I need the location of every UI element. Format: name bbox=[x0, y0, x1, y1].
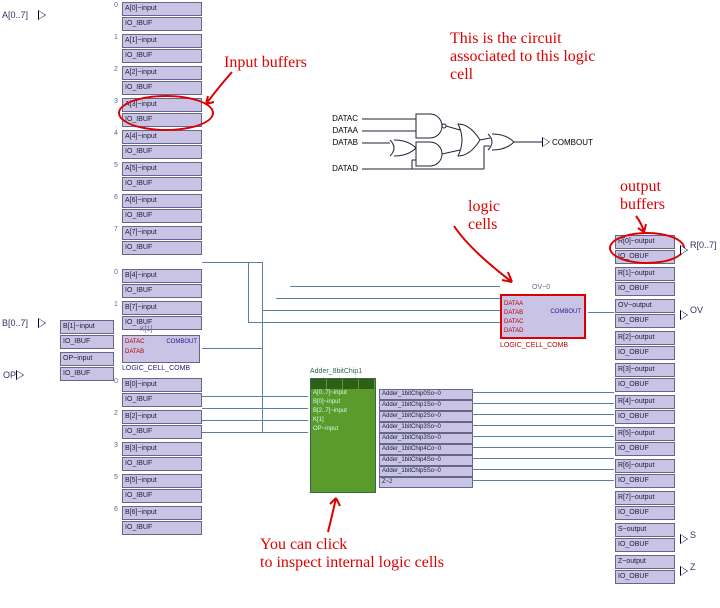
adder-topbar bbox=[311, 379, 375, 389]
gate-svg bbox=[320, 112, 580, 202]
iobuf[interactable]: 1 A[1]~inputIO_IBUF bbox=[122, 34, 200, 64]
wire bbox=[248, 322, 500, 323]
iobuf[interactable]: OV~outputIO_OBUF bbox=[615, 299, 673, 329]
iobuf[interactable]: 0 A[0]~inputIO_IBUF bbox=[122, 2, 200, 32]
wire bbox=[472, 469, 614, 470]
wire bbox=[472, 436, 614, 437]
wire bbox=[248, 262, 249, 322]
iobuf[interactable]: 7 A[7]~inputIO_IBUF bbox=[122, 226, 200, 256]
logic-cell-k1[interactable]: DATAC COMBOUT DATAB bbox=[122, 335, 200, 363]
port-a-tri-icon bbox=[38, 10, 46, 20]
port-ov-tri-icon bbox=[680, 310, 688, 320]
wire bbox=[290, 286, 500, 287]
iobuf[interactable]: S~outputIO_OBUF bbox=[615, 523, 673, 553]
port-s-label: S bbox=[690, 530, 696, 540]
port-a-label: A[0..7] bbox=[2, 10, 28, 20]
adder-title: Adder_8bitChip1 bbox=[310, 368, 362, 375]
iobuf[interactable]: R[3]~outputIO_OBUF bbox=[615, 363, 673, 393]
wire bbox=[472, 425, 614, 426]
handwriting-click: You can click to inspect internal logic … bbox=[260, 536, 444, 572]
iobuf[interactable]: B[1]~inputIO_IBUF bbox=[60, 320, 112, 350]
iobuf[interactable]: R[2]~outputIO_OBUF bbox=[615, 331, 673, 361]
logic-cell-ov-label: LOGIC_CELL_COMB bbox=[500, 342, 568, 349]
wire bbox=[276, 298, 500, 299]
handwriting-input-buffers: Input buffers bbox=[224, 54, 307, 72]
iobuf[interactable]: OP~inputIO_IBUF bbox=[60, 352, 112, 382]
logic-cell-k1-label: LOGIC_CELL_COMB bbox=[122, 365, 190, 372]
handwriting-arrows bbox=[0, 0, 720, 608]
iobuf[interactable]: R[4]~outputIO_OBUF bbox=[615, 395, 673, 425]
iobuf[interactable]: R[6]~outputIO_OBUF bbox=[615, 459, 673, 489]
iobuf[interactable]: 3B[3]~inputIO_IBUF bbox=[122, 442, 200, 472]
iobuf[interactable]: R[1]~outputIO_OBUF bbox=[615, 267, 673, 297]
iobuf[interactable]: 6B[6]~inputIO_IBUF bbox=[122, 506, 200, 536]
port-b-label: B[0..7] bbox=[2, 318, 28, 328]
combout-tri-icon bbox=[542, 137, 550, 147]
handwriting-main: This is the circuit associated to this l… bbox=[450, 30, 595, 84]
wire bbox=[472, 414, 614, 415]
obuf-stack: R[0]~outputIO_OBUF R[1]~outputIO_OBUF OV… bbox=[615, 235, 673, 587]
wire bbox=[588, 312, 614, 313]
wire bbox=[262, 262, 263, 432]
wire bbox=[202, 396, 308, 397]
iobuf[interactable]: R[5]~outputIO_OBUF bbox=[615, 427, 673, 457]
ibuf-a-stack: 0 A[0]~inputIO_IBUF 1 A[1]~inputIO_IBUF … bbox=[122, 2, 200, 258]
port-r-tri-icon bbox=[680, 245, 688, 255]
wire bbox=[202, 348, 262, 349]
logic-cell-ov[interactable]: DATAA DATAB COMBOUT DATAC DATAD bbox=[500, 294, 586, 339]
port-z-tri-icon bbox=[680, 566, 688, 576]
port-r-label: R[0..7] bbox=[690, 240, 717, 250]
wire bbox=[472, 458, 614, 459]
iobuf[interactable]: 0B[4]~inputIO_IBUF bbox=[122, 269, 200, 299]
wire bbox=[202, 408, 308, 409]
iobuf[interactable]: R[7]~outputIO_OBUF bbox=[615, 491, 673, 521]
port-op-label: OP bbox=[3, 370, 16, 380]
iobuf[interactable]: 4 A[4]~inputIO_IBUF bbox=[122, 130, 200, 160]
k1-label: K[1] bbox=[140, 326, 152, 333]
iobuf-a3[interactable]: 3 A[3]~inputIO_IBUF bbox=[122, 98, 200, 128]
port-s-tri-icon bbox=[680, 534, 688, 544]
ibuf-b-side-stack: B[1]~inputIO_IBUF OP~inputIO_IBUF bbox=[60, 320, 112, 384]
ibuf-b-stack: 0B[4]~inputIO_IBUF 1B[7]~inputIO_IBUF bbox=[122, 269, 200, 333]
port-z-label: Z bbox=[690, 562, 696, 572]
iobuf[interactable]: 1B[7]~inputIO_IBUF bbox=[122, 301, 200, 331]
iobuf[interactable]: R[0]~outputIO_OBUF bbox=[615, 235, 673, 265]
iobuf[interactable]: Z~outputIO_OBUF bbox=[615, 555, 673, 585]
wire bbox=[262, 310, 500, 311]
wire bbox=[472, 403, 614, 404]
iobuf[interactable]: 5 A[5]~inputIO_IBUF bbox=[122, 162, 200, 192]
iobuf[interactable]: 2B[2]~inputIO_IBUF bbox=[122, 410, 200, 440]
handwriting-logic-cells: logic cells bbox=[468, 198, 500, 234]
iobuf[interactable]: 0B[0]~inputIO_IBUF bbox=[122, 378, 200, 408]
iobuf[interactable]: 6 A[6]~inputIO_IBUF bbox=[122, 194, 200, 224]
iobuf[interactable]: 5B[5]~inputIO_IBUF bbox=[122, 474, 200, 504]
wire bbox=[472, 392, 614, 393]
logic-cell-ov-top: OV~0 bbox=[532, 284, 550, 291]
gate-schematic: DATAC DATAA DATAB DATAD COMB bbox=[320, 112, 580, 202]
port-ov-label: OV bbox=[690, 305, 703, 315]
wire bbox=[202, 420, 308, 421]
combout-label: COMBOUT bbox=[552, 138, 604, 147]
iobuf[interactable]: 2 A[2]~inputIO_IBUF bbox=[122, 66, 200, 96]
wire bbox=[202, 432, 308, 433]
handwriting-output-buffers: output buffers bbox=[620, 178, 665, 214]
wire bbox=[472, 447, 614, 448]
port-op-tri-icon bbox=[16, 370, 24, 380]
wire bbox=[202, 262, 262, 263]
adder-chip[interactable]: A[0..7]~input B[0]~input B[2..7]~input K… bbox=[310, 378, 376, 493]
port-b-tri-icon bbox=[38, 318, 46, 328]
ibuf-b-stack2: 0B[0]~inputIO_IBUF 2B[2]~inputIO_IBUF 3B… bbox=[122, 378, 200, 538]
wire bbox=[472, 480, 614, 481]
